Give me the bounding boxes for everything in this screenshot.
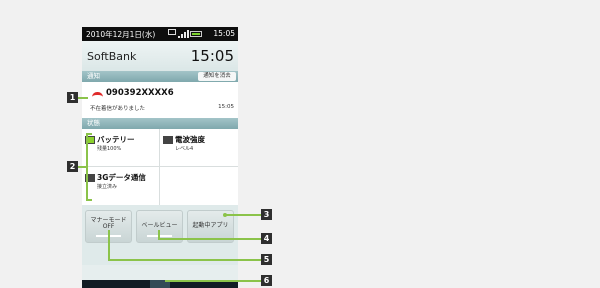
callout-5-riser [108,230,110,261]
running-apps-label: 起動中アプリ [192,222,229,229]
data-status-subtitle: 接立済み [97,184,118,190]
data-status-title: 3Gデータ通信 [97,173,146,182]
quick-button-row: マナーモード OFF ベールビュー 起動中アプリ [82,205,238,265]
callout-2: 2 [67,161,78,172]
signal-status-subtitle: レベル4 [175,146,194,152]
clear-notifications-button[interactable]: 通知を消去 [198,72,236,81]
signal-icon [178,30,189,38]
notification-section-bar: 通知 通知を消去 [82,71,238,82]
veil-view-label: ベールビュー [141,222,178,229]
notification-number: 090392XXXX6 [106,88,174,98]
notification-message: 不在着信がありました [90,106,146,112]
signal-status-title: 電波強度 [175,135,205,144]
callout-4: 4 [261,233,272,244]
battery-status-subtitle: 残量100% [97,146,122,152]
callout-2-bracket [86,133,88,200]
callout-1-leader [78,97,88,99]
status-date: 2010年12月1日(水) [86,30,156,39]
notification-time: 15:05 [218,104,234,110]
empty-status-cell [160,167,238,205]
callout-1: 1 [67,92,78,103]
screenshot-stage: 2010年12月1日(水) 15:05 SoftBank 15:05 通知 通知… [0,0,600,288]
status-grid: バッテリー 残量100% 電波強度 レベル4 3Gデータ通信 接立済み [82,129,238,205]
callout-3-dot [223,213,227,217]
phone-screen: 2010年12月1日(水) 15:05 SoftBank 15:05 通知 通知… [82,27,238,288]
status-time: 15:05 [213,29,235,38]
callout-3-leader [225,214,261,216]
recording-icon [168,29,176,35]
callout-3: 3 [261,209,272,220]
callout-4-riser [158,230,160,240]
panel-header: SoftBank 15:05 [82,41,238,71]
signal-strength-icon [163,136,173,144]
callout-2-bracket-top [86,133,92,135]
callout-6: 6 [261,275,272,286]
battery-status-title: バッテリー [97,135,135,144]
status-bar: 2010年12月1日(水) 15:05 [82,27,238,41]
missed-call-icon [92,92,103,97]
callout-5: 5 [261,254,272,265]
data-status-cell[interactable]: 3Gデータ通信 接立済み [82,167,160,205]
callout-4-leader [158,238,261,240]
signal-status-cell[interactable]: 電波強度 レベル4 [160,129,238,167]
battery-status-cell[interactable]: バッテリー 残量100% [82,129,160,167]
header-clock: 15:05 [190,47,234,65]
state-section-bar: 状態 [82,118,238,129]
missed-call-notification[interactable]: 090392XXXX6 不在着信がありました 15:05 [82,82,238,118]
manner-mode-value: OFF [102,223,115,230]
callout-2-bracket-bottom [86,199,92,201]
callout-5-leader [108,259,261,261]
battery-icon [190,31,202,37]
callout-2-leader [78,166,86,168]
state-section-label: 状態 [87,119,100,127]
callout-6-leader [165,280,261,282]
notification-section-label: 通知 [87,72,100,80]
carrier-name: SoftBank [87,50,137,63]
